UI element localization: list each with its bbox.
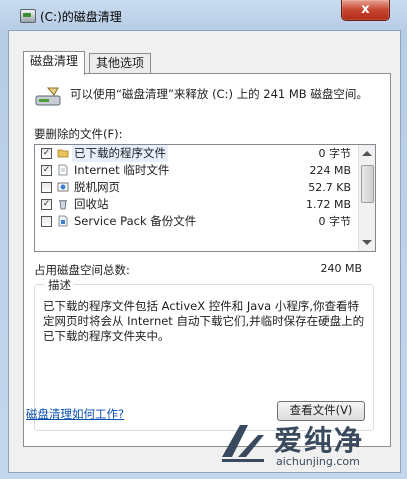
- file-checkbox[interactable]: ✓: [41, 165, 52, 176]
- close-button[interactable]: x: [341, 0, 390, 21]
- watermark-url: aichunjing.com: [276, 455, 360, 468]
- file-checkbox[interactable]: [41, 182, 52, 193]
- file-size: 0 字节: [318, 147, 352, 160]
- list-scrollbar[interactable]: [358, 145, 375, 251]
- description-text: 已下载的程序文件包括 ActiveX 控件和 Java 小程序,你查看特定网页时…: [43, 299, 365, 343]
- file-size: 52.7 KB: [308, 181, 351, 194]
- disk-cleanup-icon: [35, 87, 61, 106]
- tab-more-options[interactable]: 其他选项: [89, 53, 152, 74]
- file-name: Internet 临时文件: [74, 163, 170, 177]
- scroll-thumb[interactable]: [361, 165, 374, 203]
- watermark: 爱纯净 aichunjing.com: [218, 417, 398, 473]
- web-page-icon: [57, 182, 69, 192]
- help-link[interactable]: 磁盘清理如何工作?: [26, 406, 124, 422]
- scroll-up-arrow-icon[interactable]: [362, 151, 372, 156]
- disk-cleanup-window: (C:)的磁盘清理 x 磁盘清理 其他选项 可以使用“磁盘清理”来释放 (C:)…: [0, 0, 407, 479]
- file-name: 回收站: [74, 197, 109, 211]
- file-name: 脱机网页: [74, 180, 120, 194]
- document-icon: [58, 164, 68, 176]
- service-pack-icon: [58, 215, 68, 227]
- scroll-down-arrow-icon[interactable]: [362, 240, 372, 245]
- list-item[interactable]: ✓ Internet 临时文件 224 MB: [35, 162, 357, 179]
- tab-disk-cleanup[interactable]: 磁盘清理: [23, 51, 86, 75]
- list-item[interactable]: 脱机网页 52.7 KB: [35, 179, 357, 196]
- file-name: Service Pack 备份文件: [74, 214, 197, 228]
- tab-panel: 可以使用“磁盘清理”来释放 (C:) 上的 241 MB 磁盘空间。 要删除的文…: [23, 73, 391, 447]
- list-item[interactable]: ✓ 已下载的程序文件 0 字节: [35, 145, 357, 162]
- watermark-logo-icon: [222, 425, 264, 462]
- file-size: 1.72 MB: [305, 198, 351, 211]
- title-bar[interactable]: (C:)的磁盘清理 x: [0, 0, 407, 32]
- intro-text: 可以使用“磁盘清理”来释放 (C:) 上的 241 MB 磁盘空间。: [70, 87, 368, 101]
- file-size: 0 字节: [318, 215, 352, 228]
- file-checkbox[interactable]: ✓: [41, 199, 52, 210]
- folder-icon: [57, 149, 69, 158]
- file-name: 已下载的程序文件: [72, 145, 168, 162]
- description-title: 描述: [45, 277, 74, 293]
- total-space-label: 占用磁盘空间总数:: [34, 263, 130, 277]
- files-to-delete-label: 要删除的文件(F):: [34, 127, 123, 141]
- file-size: 224 MB: [309, 164, 351, 177]
- files-list[interactable]: ✓ 已下载的程序文件 0 字节 ✓ Internet 临时文件 224 MB 脱…: [34, 144, 376, 252]
- list-item[interactable]: ✓ 回收站 1.72 MB: [35, 196, 357, 213]
- recycle-bin-icon: [59, 200, 67, 210]
- total-space-value: 240 MB: [320, 262, 362, 275]
- file-checkbox[interactable]: [41, 216, 52, 227]
- watermark-title: 爱纯净: [274, 424, 365, 457]
- list-item[interactable]: Service Pack 备份文件 0 字节: [35, 213, 357, 230]
- file-checkbox[interactable]: ✓: [41, 148, 52, 159]
- drive-icon: [20, 9, 36, 23]
- window-title: (C:)的磁盘清理: [40, 10, 122, 24]
